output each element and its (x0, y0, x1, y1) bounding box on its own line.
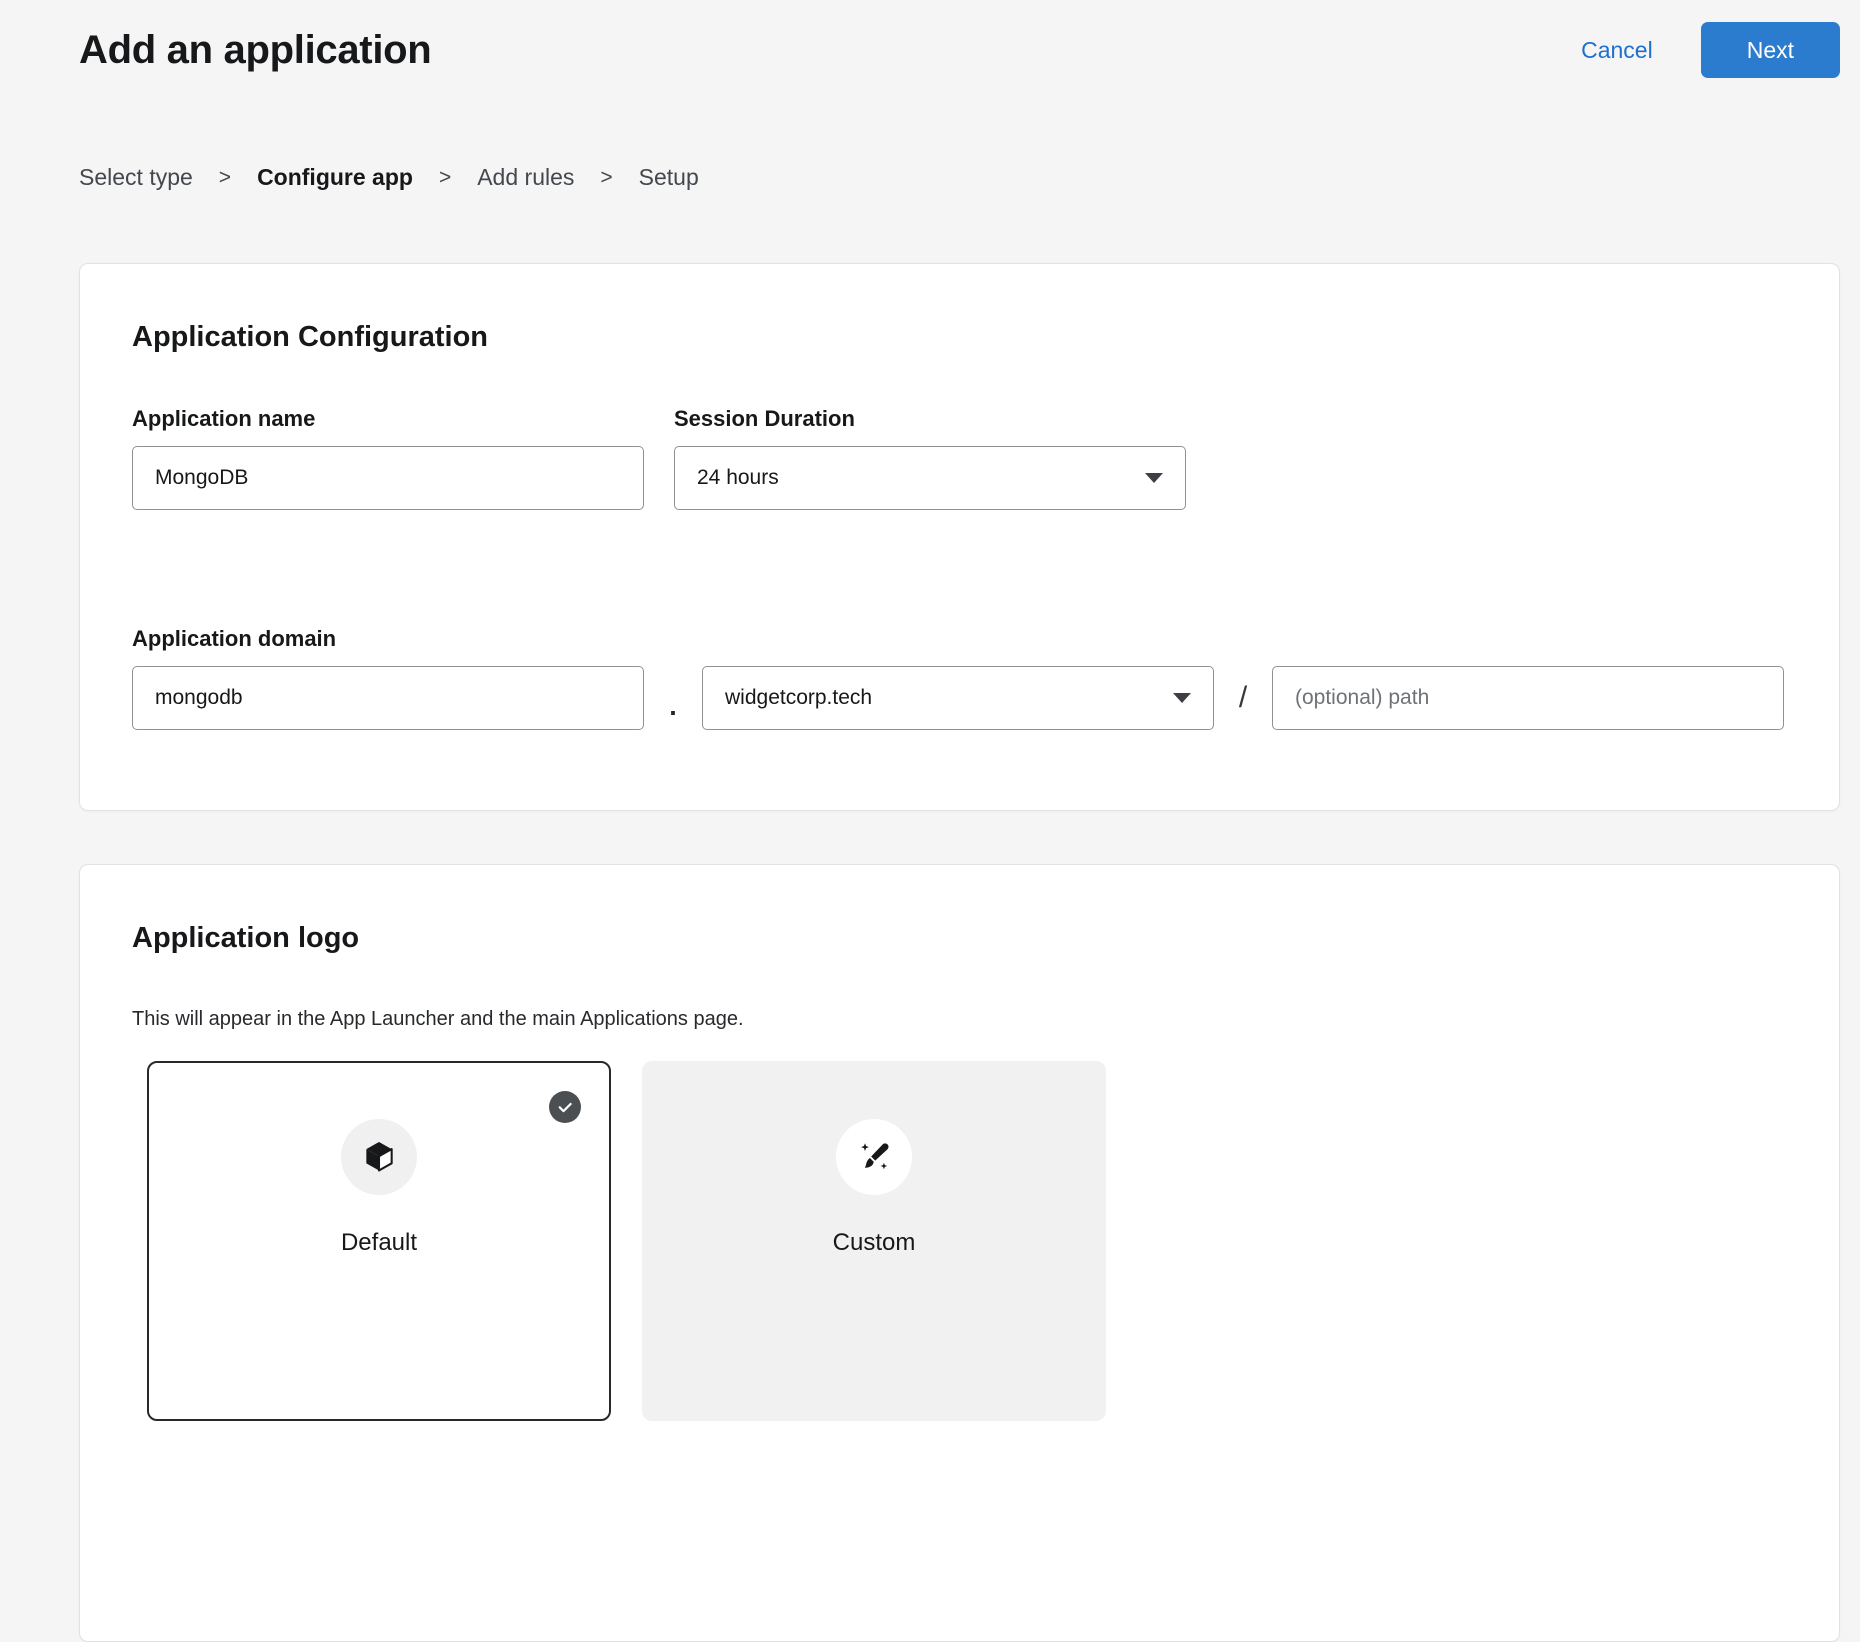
chevron-down-icon (1173, 693, 1191, 703)
logo-option-custom[interactable]: Custom (642, 1061, 1106, 1421)
page-header: Add an application Cancel Next (79, 0, 1840, 78)
logo-card-title: Application logo (132, 921, 1787, 955)
wizard-breadcrumb: Select type > Configure app > Add rules … (79, 164, 1840, 191)
domain-select[interactable]: widgetcorp.tech (702, 666, 1214, 730)
breadcrumb-step-setup[interactable]: Setup (639, 164, 699, 191)
slash-separator: / (1214, 681, 1272, 715)
dot-separator: . (644, 675, 702, 722)
configuration-card-title: Application Configuration (132, 320, 1787, 354)
application-name-input[interactable] (132, 446, 644, 510)
application-domain-label: Application domain (132, 626, 1787, 652)
logo-option-default[interactable]: Default (147, 1061, 611, 1421)
next-button[interactable]: Next (1701, 22, 1840, 78)
breadcrumb-step-add-rules[interactable]: Add rules (477, 164, 574, 191)
breadcrumb-separator: > (219, 166, 231, 190)
paintbrush-icon (836, 1119, 912, 1195)
application-configuration-card: Application Configuration Application na… (79, 263, 1840, 811)
selected-check-icon (549, 1091, 581, 1123)
page-title: Add an application (79, 26, 431, 74)
session-duration-label: Session Duration (674, 406, 1186, 432)
session-duration-select[interactable]: 24 hours (674, 446, 1186, 510)
chevron-down-icon (1145, 473, 1163, 483)
logo-option-default-label: Default (341, 1229, 417, 1257)
application-logo-card: Application logo This will appear in the… (79, 864, 1840, 1642)
logo-options: Default Custom (132, 1061, 1787, 1421)
breadcrumb-separator: > (600, 166, 612, 190)
cancel-button[interactable]: Cancel (1581, 37, 1653, 64)
session-duration-value: 24 hours (697, 466, 779, 490)
path-input[interactable] (1272, 666, 1784, 730)
subdomain-input[interactable] (132, 666, 644, 730)
application-domain-row: . widgetcorp.tech / (132, 666, 1787, 730)
breadcrumb-separator: > (439, 166, 451, 190)
cube-icon (341, 1119, 417, 1195)
application-domain-field: Application domain . widgetcorp.tech / (132, 626, 1787, 730)
name-duration-row: Application name Session Duration 24 hou… (132, 406, 1787, 510)
add-application-page: Add an application Cancel Next Select ty… (0, 0, 1860, 1642)
domain-select-value: widgetcorp.tech (725, 686, 872, 710)
header-actions: Cancel Next (1581, 22, 1840, 78)
session-duration-field: Session Duration 24 hours (674, 406, 1186, 510)
breadcrumb-step-select-type[interactable]: Select type (79, 164, 193, 191)
application-name-label: Application name (132, 406, 644, 432)
breadcrumb-step-configure-app[interactable]: Configure app (257, 164, 413, 191)
logo-card-description: This will appear in the App Launcher and… (132, 1007, 1787, 1031)
application-name-field: Application name (132, 406, 644, 510)
logo-option-custom-label: Custom (833, 1229, 916, 1257)
